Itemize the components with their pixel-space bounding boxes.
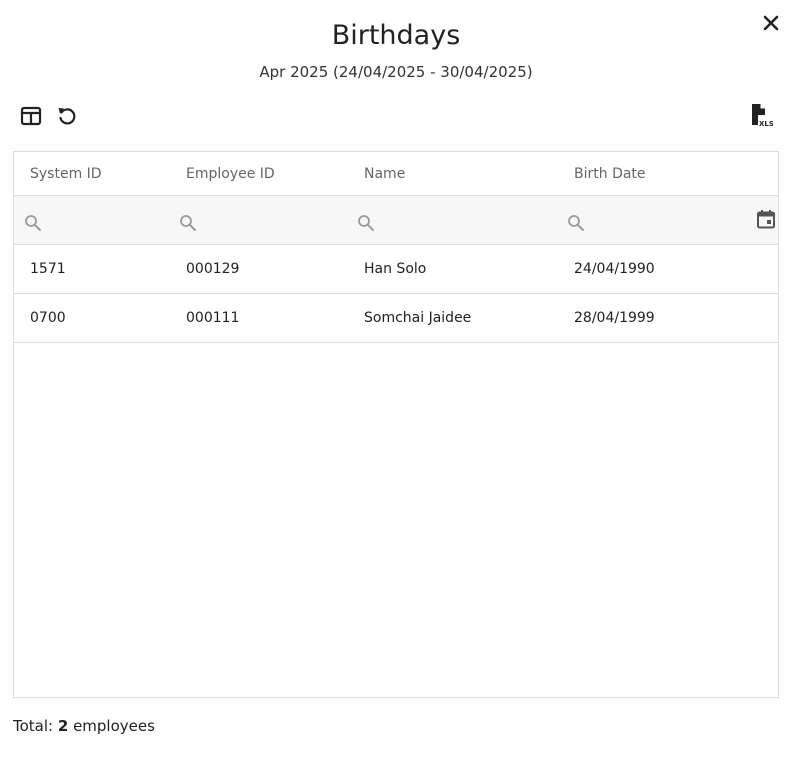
filter-employee-id-search-icon[interactable] <box>179 214 197 232</box>
filter-birth-date-search-icon[interactable] <box>567 214 585 232</box>
column-header-name[interactable]: Name <box>364 152 405 195</box>
cell-system-id: 1571 <box>30 261 66 277</box>
calendar-icon[interactable] <box>756 209 776 229</box>
filter-system-id-search-icon[interactable] <box>24 214 42 232</box>
xls-export-icon: XLS <box>752 104 773 128</box>
cell-name: Han Solo <box>364 261 427 277</box>
cell-employee-id: 000111 <box>186 310 240 326</box>
column-header-birth-date[interactable]: Birth Date <box>574 152 646 195</box>
view-columns-icon <box>20 106 42 126</box>
cell-name: Somchai Jaidee <box>364 310 472 326</box>
total-prefix: Total: <box>13 717 58 735</box>
employee-table: System ID Employee ID Name Birth Date 15… <box>13 151 779 698</box>
column-header-system-id[interactable]: System ID <box>30 152 102 195</box>
filter-name-search-icon[interactable] <box>357 214 375 232</box>
column-header-employee-id[interactable]: Employee ID <box>186 152 275 195</box>
cell-employee-id: 000129 <box>186 261 240 277</box>
table-row[interactable]: 0700 000111 Somchai Jaidee 28/04/1999 <box>14 294 778 343</box>
total-suffix: employees <box>68 717 155 735</box>
dialog-subtitle: Apr 2025 (24/04/2025 - 30/04/2025) <box>259 63 533 81</box>
columns-button[interactable] <box>18 103 44 129</box>
table-header-row: System ID Employee ID Name Birth Date <box>14 152 778 196</box>
cell-system-id: 0700 <box>30 310 66 326</box>
reset-button[interactable] <box>54 103 80 129</box>
total-count: Total: 2 employees <box>13 716 155 736</box>
cell-birth-date: 24/04/1990 <box>574 261 655 277</box>
filter-row <box>14 196 778 245</box>
export-xls-button[interactable]: XLS <box>748 103 774 129</box>
cell-birth-date: 28/04/1999 <box>574 310 655 326</box>
total-number: 2 <box>57 717 69 735</box>
table-row[interactable]: 1571 000129 Han Solo 24/04/1990 <box>14 245 778 294</box>
reset-icon <box>58 108 76 125</box>
xls-badge: XLS <box>759 120 773 128</box>
dialog-title: Birthdays <box>331 20 461 51</box>
